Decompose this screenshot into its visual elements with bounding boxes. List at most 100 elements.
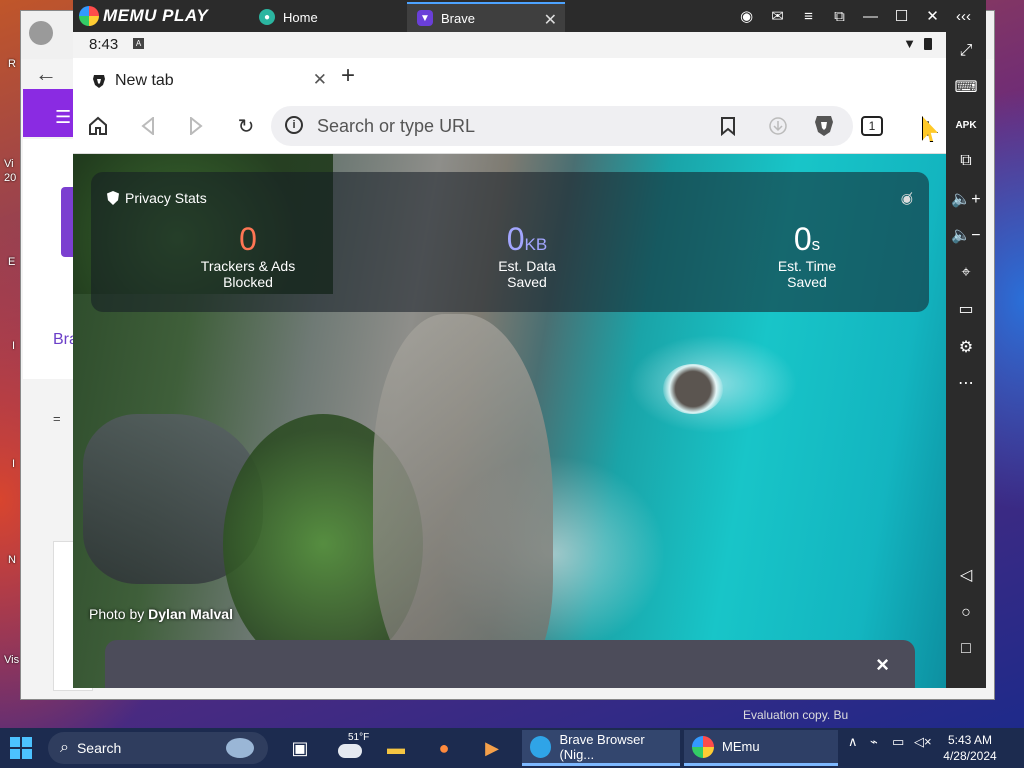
display-icon[interactable]: ▭	[892, 734, 904, 750]
privacy-stats-header: Privacy Stats	[107, 190, 207, 206]
more-icon[interactable]: ⋯	[946, 368, 986, 398]
memu-window[interactable]: MEMU PLAY ● Home ▼ Brave ✕ ◉ ✉ ≡ ⧉ — ☐ ✕…	[73, 0, 986, 688]
photo-credit-name: Dylan Malval	[148, 606, 233, 622]
firefox-icon[interactable]: ●	[428, 732, 460, 764]
stat-value: 0	[506, 221, 525, 257]
memu-logo-icon	[79, 6, 99, 26]
bottom-sheet-card: ×	[105, 640, 915, 688]
volume-up-icon[interactable]: 🔈+	[946, 184, 986, 214]
clock-date: 4/28/2024	[943, 749, 997, 763]
maximize-icon[interactable]: ☐	[889, 4, 914, 28]
desktop-label: E	[8, 256, 16, 268]
menu-icon[interactable]: ≡	[796, 4, 821, 28]
taskbar-clock[interactable]: 5:43 AM 4/28/2024	[940, 732, 1000, 764]
desktop-label: 20	[4, 172, 17, 184]
minimize-icon[interactable]: —	[858, 4, 883, 28]
memu-home-icon: ●	[259, 9, 275, 25]
desktop-label: I	[12, 340, 16, 352]
multi-window-icon[interactable]: ⧉	[946, 146, 986, 176]
taskbar-search-input[interactable]	[76, 740, 207, 756]
arrow-left-icon[interactable]: ←	[35, 61, 57, 87]
desktop-label: N	[8, 554, 16, 566]
browser-tab-new-tab[interactable]: New tab ✕	[91, 64, 327, 98]
stat-time-saved: 0s Est. Time Saved	[707, 220, 907, 290]
android-screen[interactable]: 8:43 A ▼ New tab ✕ + ↻ i Search or type …	[73, 32, 946, 688]
home-icon[interactable]	[85, 112, 111, 140]
reload-icon[interactable]: ↻	[233, 112, 259, 140]
keyboard-icon[interactable]: ⌨	[946, 72, 986, 102]
bookmark-icon[interactable]	[715, 112, 741, 140]
background-eq-text: =	[53, 411, 61, 426]
mail-icon[interactable]: ✉	[765, 4, 790, 28]
a-notification-icon: A	[133, 38, 144, 49]
privacy-stats-title: Privacy Stats	[125, 190, 207, 206]
stat-trackers-blocked: 0 Trackers & Ads Blocked	[148, 220, 348, 290]
collapse-icon[interactable]: ‹‹‹	[951, 4, 976, 28]
home-nav-icon[interactable]: ○	[946, 598, 986, 628]
evaluation-watermark: Evaluation copy. Bu	[743, 708, 849, 722]
stat-label: Saved	[507, 274, 547, 290]
tab-switcher-button[interactable]: 1	[861, 116, 883, 136]
forward-icon[interactable]	[183, 112, 209, 140]
memu-titlebar: MEMU PLAY ● Home ▼ Brave ✕ ◉ ✉ ≡ ⧉ — ☐ ✕…	[73, 0, 986, 32]
back-icon[interactable]	[135, 112, 161, 140]
close-icon[interactable]: ×	[876, 652, 889, 678]
volume-muted-icon[interactable]: ◁×	[914, 734, 932, 750]
stat-unit: KB	[524, 235, 548, 254]
close-tab-icon[interactable]: ✕	[313, 70, 327, 90]
new-tab-page[interactable]: Privacy Stats ◉̸ 0 Trackers & Ads Blocke…	[73, 154, 946, 688]
status-time: 8:43	[89, 36, 119, 53]
new-tab-plus-icon[interactable]: +	[341, 62, 355, 90]
back-nav-icon[interactable]: ◁	[946, 560, 986, 590]
stat-label: Blocked	[223, 274, 273, 290]
network-icon[interactable]: ⌁	[870, 734, 878, 750]
taskbar-app-label: MEmu	[722, 739, 760, 754]
brave-shields-icon[interactable]	[811, 112, 837, 140]
close-icon[interactable]: ✕	[544, 10, 557, 30]
fullscreen-icon[interactable]: ⤢	[946, 36, 986, 66]
close-icon[interactable]: ✕	[920, 4, 945, 28]
privacy-stats-widget: Privacy Stats ◉̸ 0 Trackers & Ads Blocke…	[91, 172, 929, 312]
stat-label: Trackers & Ads	[200, 258, 296, 274]
search-highlight-icon	[226, 738, 254, 758]
browser-tab-label: New tab	[115, 72, 174, 89]
screen-icon[interactable]: ⧉	[827, 4, 852, 28]
stat-value: 0	[793, 221, 812, 257]
recents-nav-icon[interactable]: □	[946, 634, 986, 664]
hamburger-icon[interactable]: ☰	[55, 107, 71, 128]
info-icon[interactable]: i	[285, 116, 303, 134]
settings-icon[interactable]: ⚙	[946, 332, 986, 362]
battery-icon	[924, 38, 932, 50]
wifi-icon: ▼	[903, 36, 916, 51]
hide-stats-eye-icon[interactable]: ◉̸	[901, 190, 913, 207]
tab-brave-label: Brave	[441, 10, 475, 26]
chevron-up-icon[interactable]: ∧	[848, 734, 858, 750]
volume-down-icon[interactable]: 🔈−	[946, 220, 986, 250]
apk-icon[interactable]: APK	[946, 110, 986, 140]
tab-home[interactable]: ● Home	[249, 2, 403, 32]
tab-brave[interactable]: ▼ Brave ✕	[407, 2, 565, 32]
task-view-icon[interactable]: ▣	[284, 732, 316, 764]
memu-logo-text: MEMU PLAY	[103, 6, 209, 25]
file-explorer-icon[interactable]: ▬	[380, 732, 412, 764]
location-icon[interactable]: ⌖	[946, 258, 986, 288]
android-status-bar: 8:43 A ▼	[73, 32, 946, 58]
taskbar-app-brave[interactable]: Brave Browser (Nig...	[522, 730, 680, 766]
windows-taskbar: ⌕ ▣ 51°F ▬ ● ▶ Brave Browser (Nig... MEm…	[0, 728, 1024, 768]
cloud-icon	[338, 744, 362, 758]
weather-widget[interactable]: 51°F	[332, 732, 369, 764]
stat-unit: s	[811, 235, 821, 254]
account-icon[interactable]: ◉	[734, 4, 759, 28]
start-button[interactable]	[10, 732, 36, 764]
browser-tab-strip: New tab ✕	[73, 58, 946, 100]
stat-label: Saved	[787, 274, 827, 290]
stat-label: Est. Data	[498, 258, 556, 274]
photo-credit[interactable]: Photo by Dylan Malval	[89, 606, 233, 622]
taskbar-search[interactable]: ⌕	[48, 732, 268, 764]
folder-icon[interactable]: ▭	[946, 294, 986, 324]
media-player-icon[interactable]: ▶	[476, 732, 508, 764]
url-input[interactable]	[317, 112, 697, 140]
avatar[interactable]	[29, 21, 53, 45]
taskbar-app-memu[interactable]: MEmu	[684, 730, 838, 766]
download-icon[interactable]	[765, 112, 791, 140]
